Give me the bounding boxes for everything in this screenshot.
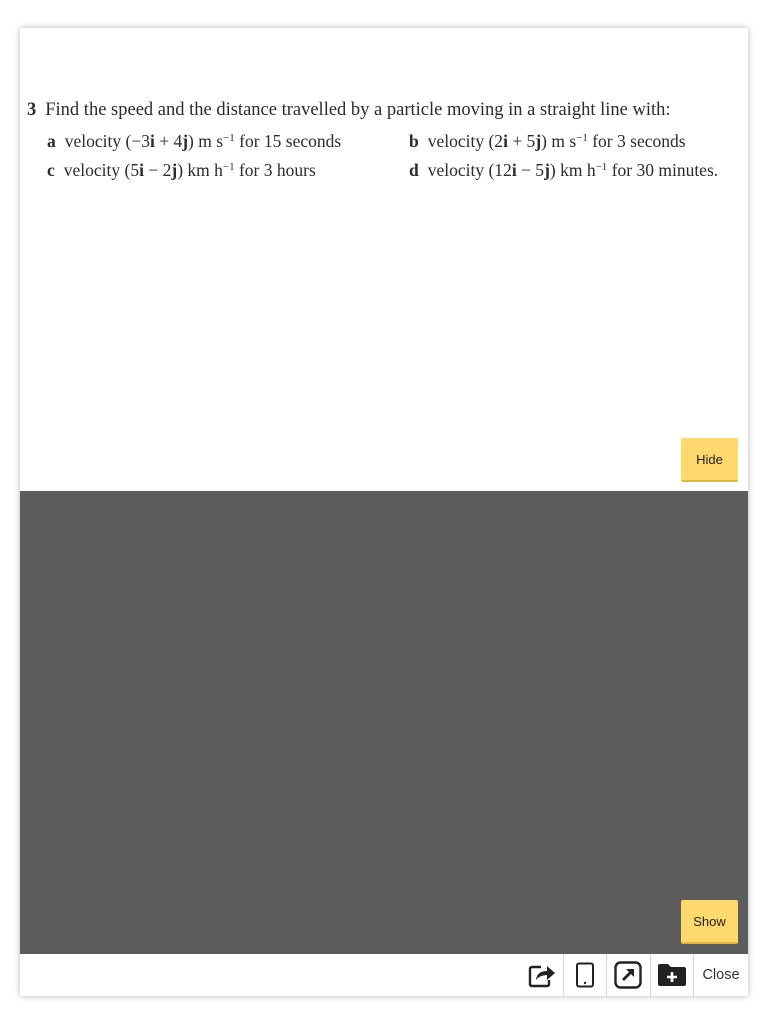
bottom-toolbar: Close <box>20 954 748 996</box>
question-panel: 3 Find the speed and the distance travell… <box>20 28 748 491</box>
question-text: Find the speed and the distance travelle… <box>45 100 671 120</box>
share-icon[interactable] <box>522 954 562 996</box>
close-button[interactable]: Close <box>694 954 748 996</box>
question-card: 3 Find the speed and the distance travell… <box>20 28 748 996</box>
hide-button[interactable]: Hide <box>681 438 738 482</box>
question-number: 3 <box>27 100 37 120</box>
add-folder-icon[interactable] <box>652 954 692 996</box>
part-b: b velocity (2i + 5j) m s−1 for 3 seconds <box>409 131 686 151</box>
part-d: d velocity (12i − 5j) km h−1 for 30 minut… <box>409 160 719 180</box>
part-a: a velocity (−3i + 4j) m s−1 for 15 second… <box>47 131 342 151</box>
external-link-icon[interactable] <box>608 954 648 996</box>
question-stem: 3 Find the speed and the distance travell… <box>27 98 745 122</box>
show-button[interactable]: Show <box>681 900 738 944</box>
tablet-icon[interactable] <box>565 954 605 996</box>
answer-panel[interactable]: Show <box>20 491 748 954</box>
question-parts: a velocity (−3i + 4j) m s−1 for 15 second… <box>27 127 745 185</box>
part-c: c velocity (5i − 2j) km h−1 for 3 hours <box>47 160 316 180</box>
question: 3 Find the speed and the distance travell… <box>27 98 745 185</box>
